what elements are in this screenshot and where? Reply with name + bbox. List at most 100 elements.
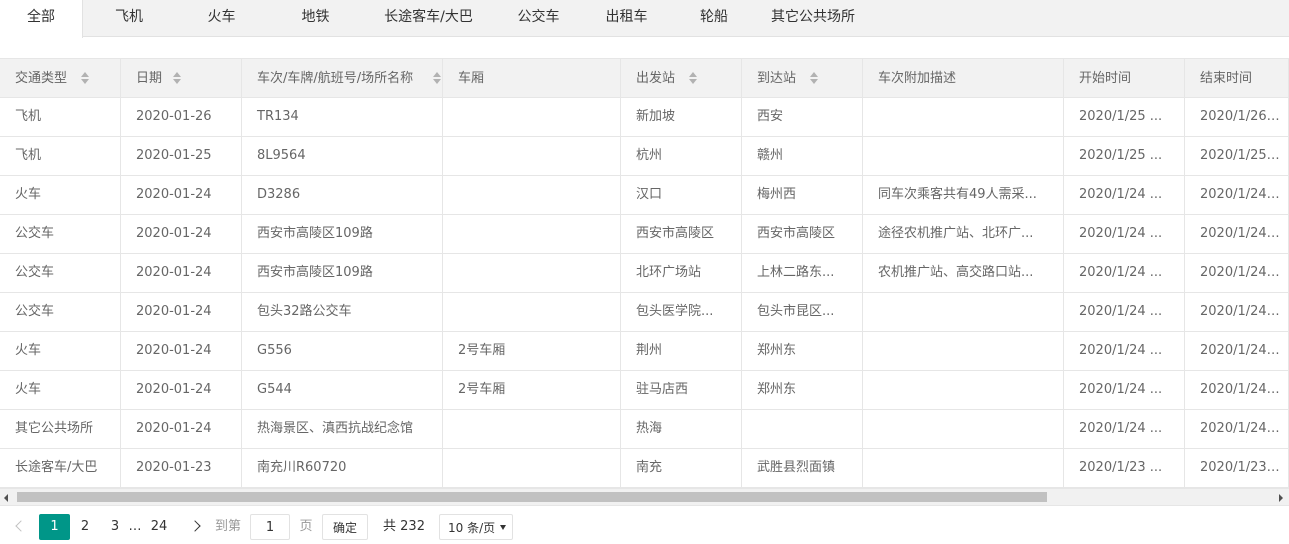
table-row[interactable]: 长途客车/大巴 2020-01-23 南充川R60720 南充 武胜县烈面镇 2020/1… xyxy=(0,449,1289,488)
table-row[interactable]: 火车 2020-01-24 D3286 汉口 梅州西 同车次乘客共有49人需采... 202… xyxy=(0,176,1289,215)
page-3[interactable]: 3 xyxy=(107,514,123,540)
col-description-cell xyxy=(863,98,1064,136)
col-number-cell: 包头32路公交车 xyxy=(242,293,443,331)
sort-icon[interactable] xyxy=(173,72,181,84)
col-transport-type-cell: 公交车 xyxy=(0,215,121,253)
goto-label: 到第 xyxy=(214,519,241,534)
tab-plane[interactable]: 飞机 xyxy=(83,0,175,37)
col-end-time-cell: 2020/1/24 ... xyxy=(1185,332,1289,370)
col-number-cell: 南充川R60720 xyxy=(242,449,443,487)
table-row[interactable]: 火车 2020-01-24 G556 2号车厢 荆州 郑州东 2020/1/24 ... 20… xyxy=(0,332,1289,371)
col-transport-type-cell: 火车 xyxy=(0,371,121,409)
tab-ship[interactable]: 轮船 xyxy=(670,0,758,37)
col-start-time-cell: 2020/1/24 ... xyxy=(1064,293,1185,331)
col-number-cell: 西安市高陵区109路 xyxy=(242,215,443,253)
header-label: 结束时间 xyxy=(1200,71,1253,86)
col-number-header[interactable]: 车次/车牌/航班号/场所名称 xyxy=(242,59,443,98)
col-arrival-cell: 西安市高陵区 xyxy=(742,215,863,253)
col-start-time-cell: 2020/1/24 ... xyxy=(1064,254,1185,292)
col-end-time-cell: 2020/1/26 ... xyxy=(1185,98,1289,136)
scroll-right-icon[interactable] xyxy=(1279,494,1283,502)
col-carriage-cell xyxy=(443,215,621,253)
confirm-button[interactable]: 确定 xyxy=(322,514,368,540)
col-start-time-cell: 2020/1/24 ... xyxy=(1064,371,1185,409)
col-description-cell xyxy=(863,410,1064,448)
col-carriage-header: 车厢 xyxy=(443,59,621,98)
header-label: 开始时间 xyxy=(1079,71,1132,86)
col-start-time-cell: 2020/1/25 ... xyxy=(1064,137,1185,175)
col-arrival-cell: 郑州东 xyxy=(742,371,863,409)
col-carriage-cell: 2号车厢 xyxy=(443,371,621,409)
page-last[interactable]: 24 xyxy=(147,514,171,540)
col-description-cell xyxy=(863,371,1064,409)
col-transport-type-cell: 火车 xyxy=(0,176,121,214)
tab-all[interactable]: 全部 xyxy=(0,0,83,38)
table-row[interactable]: 火车 2020-01-24 G544 2号车厢 驻马店西 郑州东 2020/1/24 ...… xyxy=(0,371,1289,410)
col-date-cell: 2020-01-25 xyxy=(121,137,242,175)
col-end-time-cell: 2020/1/25 ... xyxy=(1185,137,1289,175)
scroll-left-icon[interactable] xyxy=(4,494,8,502)
col-arrival-cell: 赣州 xyxy=(742,137,863,175)
table-row[interactable]: 公交车 2020-01-24 西安市高陵区109路 西安市高陵区 西安市高陵区 途径农机推… xyxy=(0,215,1289,254)
header-label: 日期 xyxy=(136,71,163,86)
col-number-cell: G544 xyxy=(242,371,443,409)
page-current[interactable]: 1 xyxy=(39,514,70,540)
col-description-cell xyxy=(863,332,1064,370)
tab-train[interactable]: 火车 xyxy=(175,0,268,37)
col-start-time-cell: 2020/1/25 ... xyxy=(1064,98,1185,136)
col-date-cell: 2020-01-24 xyxy=(121,215,242,253)
col-number-cell: 8L9564 xyxy=(242,137,443,175)
table-header: 交通类型 日期 车次/车牌/航班号/场所名称 车厢 出发站 到达站 车次附加描述 开始时间 结束… xyxy=(0,58,1289,98)
col-description-cell xyxy=(863,449,1064,487)
sort-icon[interactable] xyxy=(81,72,89,84)
col-carriage-cell: 2号车厢 xyxy=(443,332,621,370)
horizontal-scrollbar[interactable] xyxy=(0,488,1289,505)
col-arrival-header[interactable]: 到达站 xyxy=(742,59,863,98)
col-departure-cell: 荆州 xyxy=(621,332,742,370)
header-label: 车厢 xyxy=(458,71,485,86)
col-start-time-cell: 2020/1/24 ... xyxy=(1064,176,1185,214)
header-label: 车次/车牌/航班号/场所名称 xyxy=(257,71,414,86)
col-carriage-cell xyxy=(443,98,621,136)
goto-page-input[interactable]: 1 xyxy=(250,514,290,540)
col-departure-cell: 西安市高陵区 xyxy=(621,215,742,253)
col-departure-header[interactable]: 出发站 xyxy=(621,59,742,98)
col-date-cell: 2020-01-24 xyxy=(121,371,242,409)
table-row[interactable]: 公交车 2020-01-24 西安市高陵区109路 北环广场站 上林二路东... 农机推广… xyxy=(0,254,1289,293)
tab-coach[interactable]: 长途客车/大巴 xyxy=(363,0,494,37)
sort-icon[interactable] xyxy=(689,72,697,84)
table-row[interactable]: 飞机 2020-01-26 TR134 新加坡 西安 2020/1/25 ... 2020/… xyxy=(0,98,1289,137)
col-transport-type-header[interactable]: 交通类型 xyxy=(0,59,121,98)
col-departure-cell: 杭州 xyxy=(621,137,742,175)
col-transport-type-cell: 公交车 xyxy=(0,254,121,292)
page-size-select[interactable]: 10 条/页 xyxy=(439,514,513,540)
col-date-header[interactable]: 日期 xyxy=(121,59,242,98)
prev-page-icon[interactable] xyxy=(15,520,27,532)
col-carriage-cell xyxy=(443,293,621,331)
col-number-cell: TR134 xyxy=(242,98,443,136)
scrollbar-thumb[interactable] xyxy=(17,492,1047,502)
tab-taxi[interactable]: 出租车 xyxy=(583,0,670,37)
col-carriage-cell xyxy=(443,410,621,448)
col-description-cell: 同车次乘客共有49人需采... xyxy=(863,176,1064,214)
table-row[interactable]: 其它公共场所 2020-01-24 热海景区、滇西抗战纪念馆 热海 2020/1/24 … xyxy=(0,410,1289,449)
col-date-cell: 2020-01-24 xyxy=(121,332,242,370)
col-transport-type-cell: 飞机 xyxy=(0,137,121,175)
next-page-icon[interactable] xyxy=(189,520,201,532)
col-end-time-cell: 2020/1/24 ... xyxy=(1185,371,1289,409)
table-row[interactable]: 公交车 2020-01-24 包头32路公交车 包头医学院... 包头市昆区... 202… xyxy=(0,293,1289,332)
col-carriage-cell xyxy=(443,137,621,175)
sort-icon[interactable] xyxy=(433,72,441,84)
tab-subway[interactable]: 地铁 xyxy=(268,0,363,37)
tab-public-place[interactable]: 其它公共场所 xyxy=(758,0,868,37)
page-unit-label: 页 xyxy=(299,519,313,534)
col-number-cell: 热海景区、滇西抗战纪念馆 xyxy=(242,410,443,448)
sort-icon[interactable] xyxy=(810,72,818,84)
col-transport-type-cell: 飞机 xyxy=(0,98,121,136)
col-arrival-cell: 上林二路东... xyxy=(742,254,863,292)
col-end-time-cell: 2020/1/24 ... xyxy=(1185,176,1289,214)
page-2[interactable]: 2 xyxy=(77,514,93,540)
col-start-time-cell: 2020/1/24 ... xyxy=(1064,215,1185,253)
tab-bus[interactable]: 公交车 xyxy=(494,0,583,37)
table-row[interactable]: 飞机 2020-01-25 8L9564 杭州 赣州 2020/1/25 ... 2020/… xyxy=(0,137,1289,176)
